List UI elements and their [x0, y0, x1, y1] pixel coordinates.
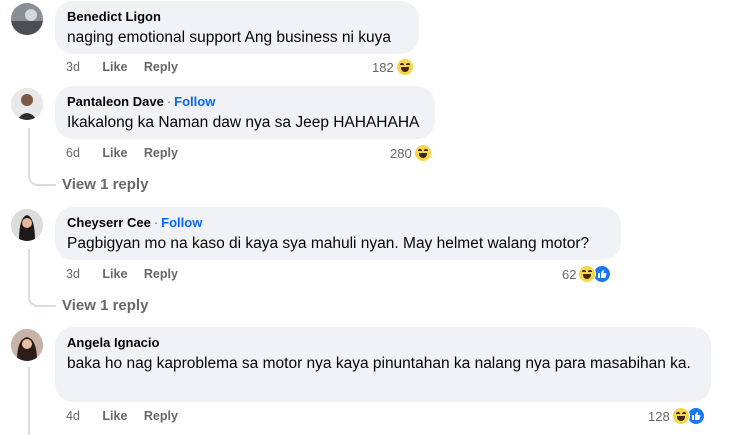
reaction-count: 128: [648, 408, 670, 424]
comment-time[interactable]: 3d: [66, 267, 80, 281]
comment-bubble: Benedict Ligon naging emotional support …: [55, 1, 419, 54]
like-icon: [593, 265, 612, 283]
follow-button[interactable]: Follow: [174, 94, 215, 109]
view-replies-link[interactable]: View 1 reply: [62, 176, 148, 193]
reaction-count: 280: [390, 145, 412, 161]
like-button[interactable]: Like: [102, 146, 127, 160]
comment-text: baka ho nag kaproblema sa motor nya kaya…: [67, 355, 691, 372]
like-button[interactable]: Like: [102, 60, 127, 74]
reaction-count: 182: [372, 59, 394, 75]
avatar[interactable]: [11, 329, 43, 361]
comment-text: naging emotional support Ang business ni…: [67, 29, 391, 46]
like-button[interactable]: Like: [102, 409, 127, 423]
haha-icon: [578, 265, 597, 283]
comment-bubble: Angela Ignacio baka ho nag kaproblema sa…: [55, 327, 711, 402]
view-replies-link[interactable]: View 1 reply: [62, 297, 148, 314]
comment-bubble: Cheyserr Cee · Follow Pagbigyan mo na kaso…: [55, 207, 621, 260]
reply-button[interactable]: Reply: [144, 146, 178, 160]
haha-icon: [671, 407, 690, 425]
thread-connector: [28, 249, 56, 307]
author-name[interactable]: Cheyserr Cee: [67, 215, 151, 230]
separator-dot: ·: [166, 94, 172, 109]
reply-button[interactable]: Reply: [144, 267, 178, 281]
avatar[interactable]: [11, 3, 43, 35]
author-name[interactable]: Pantaleon Dave: [67, 94, 164, 109]
reaction-summary[interactable]: 182: [372, 58, 414, 76]
author-name[interactable]: Benedict Ligon: [67, 9, 161, 24]
haha-icon: [413, 144, 432, 162]
thread-connector: [28, 128, 56, 186]
reaction-summary[interactable]: 62: [562, 265, 612, 283]
reaction-count: 62: [562, 266, 577, 282]
haha-icon: [395, 58, 414, 76]
comment-bubble: Pantaleon Dave · Follow Ikakalong ka Naman…: [55, 86, 435, 139]
comment-time[interactable]: 4d: [66, 409, 80, 423]
reply-button[interactable]: Reply: [144, 409, 178, 423]
comment-time[interactable]: 3d: [66, 60, 80, 74]
comment-text: Ikakalong ka Naman daw nya sa Jeep HAHAH…: [67, 114, 420, 131]
comment-text: Pagbigyan mo na kaso di kaya sya mahuli …: [67, 235, 590, 252]
thread-connector: [28, 367, 30, 435]
separator-dot: ·: [153, 215, 159, 230]
like-button[interactable]: Like: [102, 267, 127, 281]
reaction-summary[interactable]: 128: [648, 407, 705, 425]
avatar[interactable]: [11, 88, 43, 120]
avatar[interactable]: [11, 209, 43, 241]
reply-button[interactable]: Reply: [144, 60, 178, 74]
comment-time[interactable]: 6d: [66, 146, 80, 160]
author-name[interactable]: Angela Ignacio: [67, 335, 159, 350]
follow-button[interactable]: Follow: [161, 215, 202, 230]
reaction-summary[interactable]: 280: [390, 144, 432, 162]
